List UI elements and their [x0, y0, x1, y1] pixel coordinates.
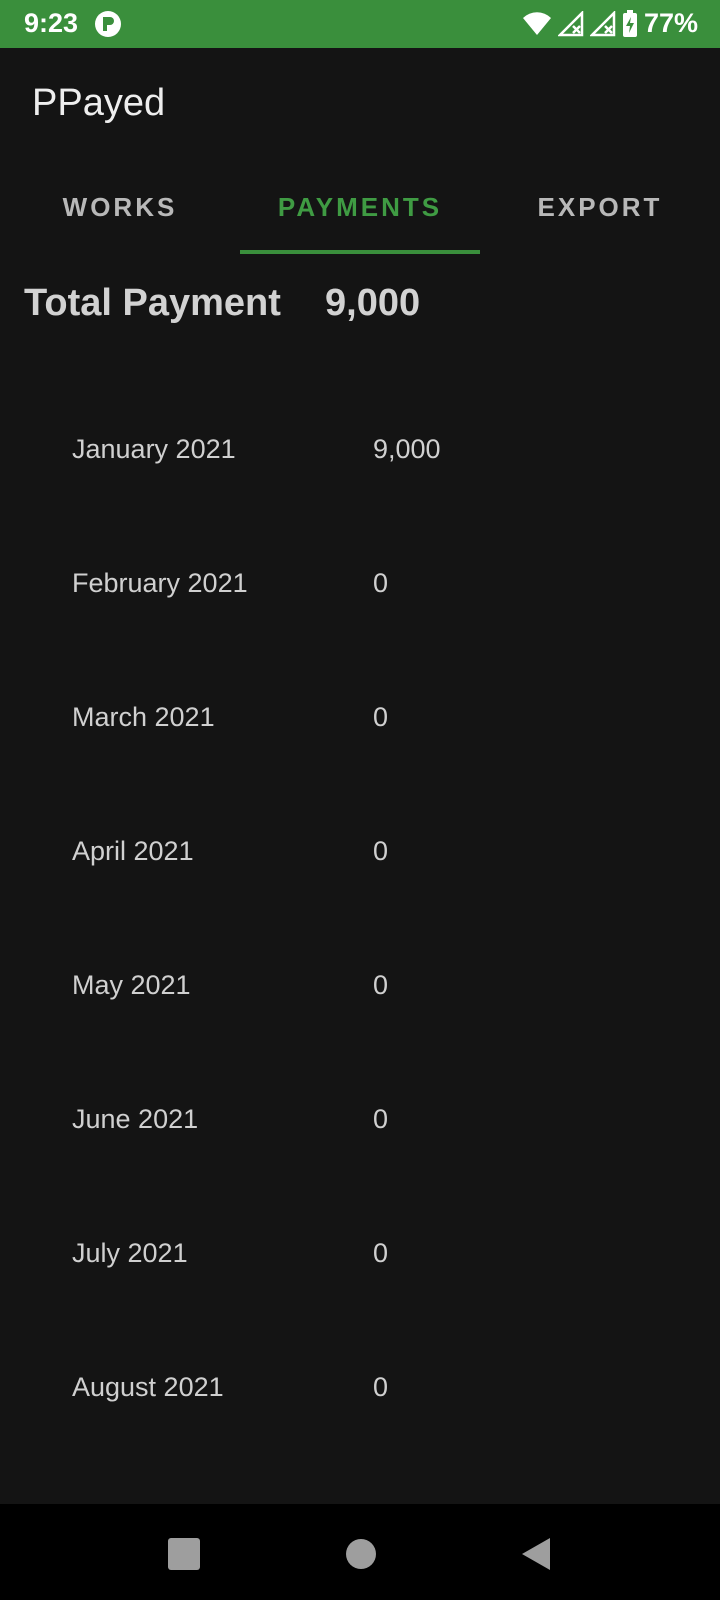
month-name: July 2021 — [72, 1238, 188, 1268]
recent-apps-icon[interactable] — [164, 1534, 204, 1574]
month-amount: 0 — [373, 568, 389, 598]
list-item[interactable]: June 2021 0 — [0, 1054, 720, 1188]
app-title: PPayed — [32, 82, 166, 124]
list-item[interactable]: February 2021 0 — [0, 518, 720, 652]
month-amount: 0 — [373, 702, 389, 732]
tab-payments[interactable]: PAYMENTS — [240, 170, 480, 256]
list-item[interactable]: May 2021 0 — [0, 920, 720, 1054]
tab-indicator — [240, 250, 480, 254]
month-name: May 2021 — [72, 970, 191, 1000]
tab-export[interactable]: EXPORT — [480, 170, 720, 256]
signal-no-service-icon — [557, 10, 584, 36]
tab-bar: WORKS PAYMENTS EXPORT — [0, 170, 720, 256]
home-icon[interactable] — [341, 1534, 381, 1574]
app-notification-icon — [95, 11, 121, 37]
total-payment-value: 9,000 — [325, 282, 421, 324]
month-name: February 2021 — [72, 568, 248, 598]
list-item[interactable]: August 2021 0 — [0, 1322, 720, 1456]
month-amount: 9,000 — [373, 434, 441, 464]
month-name: August 2021 — [72, 1372, 224, 1402]
signal-no-service-icon — [589, 10, 616, 36]
month-name: March 2021 — [72, 702, 215, 732]
month-amount: 0 — [373, 836, 389, 866]
month-name: June 2021 — [72, 1104, 199, 1134]
month-name: January 2021 — [72, 434, 236, 464]
status-time: 9:23 — [24, 8, 79, 38]
back-icon[interactable] — [516, 1534, 556, 1574]
month-amount: 0 — [373, 1372, 389, 1402]
list-item[interactable]: July 2021 0 — [0, 1188, 720, 1322]
list-item[interactable]: March 2021 0 — [0, 652, 720, 786]
wifi-icon — [522, 11, 551, 35]
status-bar: 9:23 77% — [0, 0, 720, 48]
monthly-payment-list: January 2021 9,000 February 2021 0 March… — [0, 384, 720, 1456]
battery-percentage: 77% — [643, 8, 698, 38]
battery-charging-icon — [622, 9, 637, 37]
list-item[interactable]: January 2021 9,000 — [0, 384, 720, 518]
tab-works[interactable]: WORKS — [0, 170, 240, 256]
month-amount: 0 — [373, 970, 389, 1000]
status-icons: 77% — [522, 8, 698, 39]
month-name: April 2021 — [72, 836, 194, 866]
list-item[interactable]: April 2021 0 — [0, 786, 720, 920]
month-amount: 0 — [373, 1104, 389, 1134]
navigation-bar — [0, 1504, 720, 1600]
month-amount: 0 — [373, 1238, 389, 1268]
total-payment-label: Total Payment — [24, 282, 281, 324]
